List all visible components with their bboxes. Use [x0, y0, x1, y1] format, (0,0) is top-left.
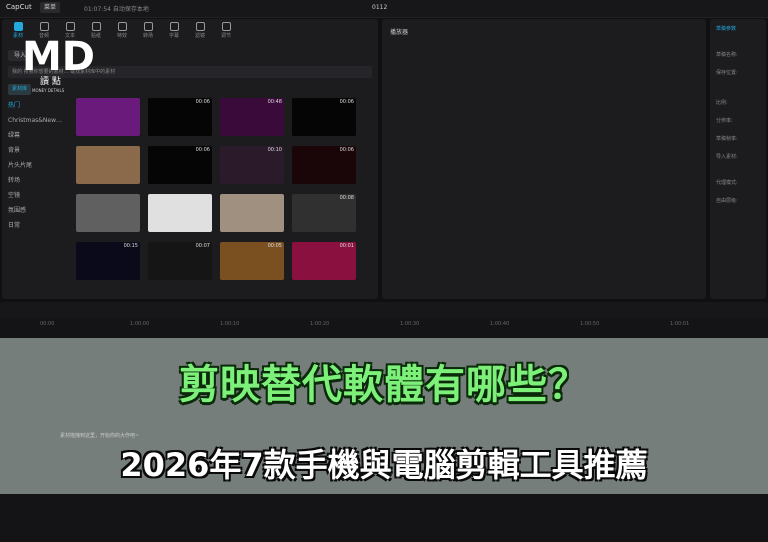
thumbnail-duration: 00:48: [267, 99, 282, 105]
tool-tab[interactable]: 转场: [138, 22, 158, 39]
thumbnail-duration: 00:06: [339, 99, 354, 105]
media-thumbnail[interactable]: 00:01: [292, 242, 356, 280]
category-item[interactable]: 氛围感: [8, 203, 72, 218]
thumbnail-duration: 00:06: [195, 147, 210, 153]
tool-icon: [143, 22, 153, 31]
project-name: 0112: [372, 4, 388, 11]
media-thumbnail[interactable]: [220, 194, 284, 232]
right-panel-field: 草稿帧率:: [716, 136, 738, 142]
tool-icon: [195, 22, 205, 31]
right-panel-field: 自由层级:: [716, 198, 738, 204]
media-thumbnail[interactable]: 00:08: [292, 194, 356, 232]
media-thumbnail[interactable]: 00:05: [220, 242, 284, 280]
tool-tab[interactable]: 特效: [112, 22, 132, 39]
ruler-tick: 1:00:50: [580, 321, 600, 327]
app-logo: CapCut: [6, 3, 32, 11]
draft-params-panel: 草稿参数草稿名称: 保存位置: 比例: 分辨率: 草稿帧率: 导入素材: 代理模式: 自由层级…: [710, 19, 766, 299]
tool-tab[interactable]: 调节: [216, 22, 236, 39]
md-watermark-logo: MD 讀 點 MONEY DETAILS: [22, 34, 95, 93]
right-panel-field: 导入素材:: [716, 154, 738, 160]
category-item[interactable]: 转场: [8, 173, 72, 188]
ruler-tick: 1:00:20: [310, 321, 330, 327]
tool-icon: [117, 22, 127, 31]
timeline-hint: 素材拖拽到这里，开始你的大作吧~: [60, 433, 140, 439]
media-thumbnail[interactable]: 00:06: [148, 146, 212, 184]
right-panel-field: 代理模式:: [716, 180, 738, 186]
player-title: 播放器: [390, 29, 409, 36]
tool-icon: [221, 22, 231, 31]
subheadline: 2026年7款手機與電腦剪輯工具推薦: [120, 446, 648, 484]
timeline-ruler: 00:00 1:00:00 1:00:10 1:00:20 1:00:30 1:00:40…: [40, 320, 768, 330]
ruler-tick: 1:00:10: [220, 321, 240, 327]
ruler-tick: 1:00:30: [400, 321, 420, 327]
tool-icon: [91, 22, 101, 31]
media-thumbnail[interactable]: 00:06: [292, 146, 356, 184]
media-thumbnail[interactable]: 00:06: [148, 98, 212, 136]
tool-label: 滤镜: [194, 33, 205, 39]
category-item[interactable]: 背景: [8, 143, 72, 158]
ruler-tick: 00:00: [40, 321, 55, 327]
tool-icon: [65, 22, 75, 31]
media-thumbnail[interactable]: [76, 146, 140, 184]
tool-label: 转场: [142, 33, 153, 39]
tool-label: 字幕: [168, 33, 179, 39]
right-panel-field: 保存位置:: [716, 70, 738, 76]
thumbnail-duration: 00:01: [339, 243, 354, 249]
right-panel-field: 比例:: [716, 100, 728, 106]
category-item[interactable]: 片头片尾: [8, 158, 72, 173]
thumbnail-duration: 00:15: [123, 243, 138, 249]
right-panel-field: 分辨率:: [716, 118, 733, 124]
watermark-sub: 讀 點: [40, 75, 61, 87]
right-panel-title: 草稿参数: [716, 26, 737, 32]
ruler-tick: 1:00:00: [130, 321, 150, 327]
watermark-tiny: MONEY DETAILS: [32, 88, 65, 93]
media-thumbnail[interactable]: 00:06: [292, 98, 356, 136]
thumbnail-duration: 00:10: [267, 147, 282, 153]
right-panel-field: 草稿名称:: [716, 52, 738, 58]
timeline-toolbar: [0, 302, 768, 318]
thumbnail-duration: 00:07: [195, 243, 210, 249]
thumbnail-duration: 00:05: [267, 243, 282, 249]
ruler-tick: 1:00:40: [490, 321, 510, 327]
category-item[interactable]: 热门: [8, 98, 72, 113]
menu-button[interactable]: 菜单: [40, 2, 61, 13]
ruler-tick: 1:00:01: [670, 321, 690, 327]
media-thumbnail[interactable]: 00:10: [220, 146, 284, 184]
tool-icon: [169, 22, 179, 31]
player-panel: 播放器: [382, 19, 706, 299]
media-thumbnail[interactable]: 00:07: [148, 242, 212, 280]
tool-label: 特效: [116, 33, 127, 39]
media-thumbnail[interactable]: [76, 98, 140, 136]
media-thumbnail[interactable]: 00:48: [220, 98, 284, 136]
thumbnail-duration: 00:06: [339, 147, 354, 153]
tool-tab[interactable]: 字幕: [164, 22, 184, 39]
save-status: 01:07:54 自动保存本地: [84, 6, 149, 13]
media-thumbnail[interactable]: [148, 194, 212, 232]
media-thumbnail[interactable]: [76, 194, 140, 232]
category-list: 热门 Christmas&New… 绿幕 背景 片头片尾 转场 空镜 氛围感 日常: [8, 98, 72, 233]
tool-icon: [39, 22, 49, 31]
thumbnail-duration: 00:08: [339, 195, 354, 201]
tool-icon: [13, 22, 23, 31]
category-item[interactable]: 绿幕: [8, 128, 72, 143]
category-item[interactable]: 日常: [8, 218, 72, 233]
watermark-letters: MD: [22, 34, 95, 80]
top-bar: CapCut 菜单 01:07:54 自动保存本地 0112: [0, 0, 768, 18]
category-item[interactable]: Christmas&New…: [8, 113, 72, 128]
thumbnail-duration: 00:06: [195, 99, 210, 105]
media-thumbnail[interactable]: 00:15: [76, 242, 140, 280]
tool-tab[interactable]: 滤镜: [190, 22, 210, 39]
category-item[interactable]: 空镜: [8, 188, 72, 203]
tool-label: 调节: [220, 33, 231, 39]
headline: 剪映替代軟體有哪些？: [179, 362, 589, 408]
